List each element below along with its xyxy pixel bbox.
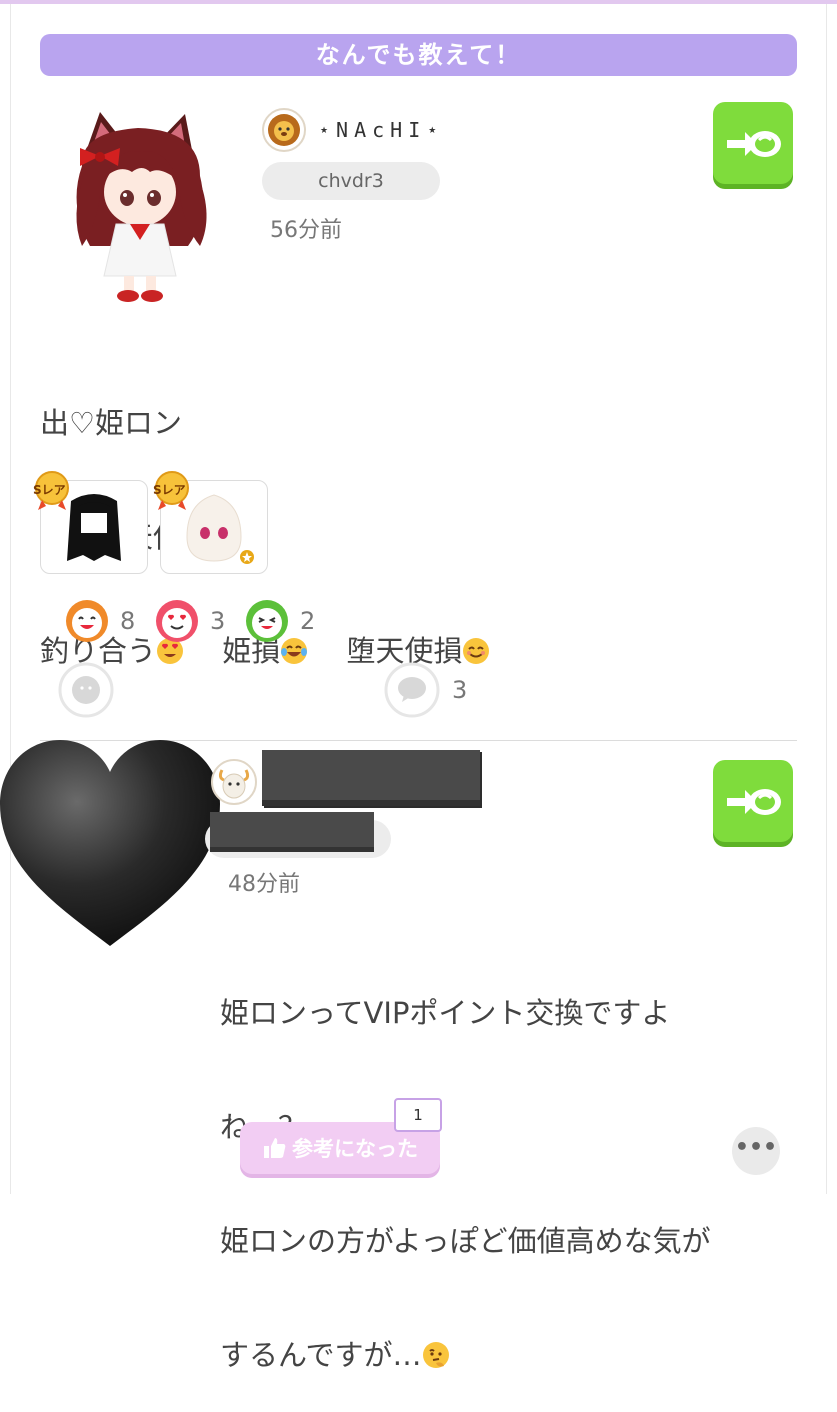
love-face-icon: [156, 600, 198, 642]
comment-count: 3: [452, 676, 468, 704]
post-line-1: 出♡姫ロン: [40, 406, 182, 440]
reaction-grin[interactable]: 2: [244, 598, 315, 644]
user-id-pill: chvdr3: [262, 162, 440, 200]
comment-line-3: 姫ロンの方がよっぽど価値高めな気が: [220, 1224, 711, 1258]
add-reaction-button[interactable]: [58, 662, 114, 718]
thinking-emoji-icon: [422, 1342, 449, 1368]
trade-button[interactable]: [713, 102, 793, 184]
reaction-count: 2: [300, 607, 316, 635]
comment-time: 48分前: [228, 872, 300, 897]
category-banner: なんでも教えて！: [40, 34, 797, 76]
reaction-count: 3: [210, 607, 226, 635]
goat-badge-icon: [211, 759, 257, 805]
grin-face-icon: [246, 600, 288, 642]
post-time: 56分前: [270, 218, 342, 243]
user-avatar[interactable]: [60, 106, 230, 306]
smile-emoji-icon: [463, 638, 490, 664]
reaction-laugh[interactable]: 8: [64, 598, 135, 644]
trade-arrow-icon: [727, 789, 781, 815]
reaction-count: 8: [120, 607, 136, 635]
more-options-button[interactable]: •••: [732, 1127, 780, 1175]
helpful-count-badge: 1: [394, 1098, 442, 1132]
username-row[interactable]: ⋆NAcHI⋆: [262, 108, 444, 152]
comment-button[interactable]: 3: [384, 662, 467, 718]
laugh-face-icon: [66, 600, 108, 642]
lion-badge-icon: [262, 108, 306, 152]
face-outline-icon: [58, 662, 114, 718]
black-heart-sticker: [0, 740, 220, 946]
helpful-label: 参考になった: [292, 1137, 418, 1161]
comment-line-4-text: するんですが…: [220, 1338, 422, 1372]
trade-button[interactable]: [713, 760, 793, 842]
comment-line-4: するんですが…: [220, 1336, 711, 1374]
reaction-love[interactable]: 3: [154, 598, 225, 644]
rarity-label-1: Sレア: [33, 483, 66, 497]
trade-arrow-icon: [727, 131, 781, 157]
redacted-username: [262, 750, 480, 806]
thumbs-up-icon: [264, 1138, 286, 1158]
redacted-user-id: [210, 812, 374, 852]
rarity-label-2: Sレア: [153, 483, 186, 497]
username: ⋆NAcHI⋆: [318, 118, 445, 142]
comment-line-1: 姫ロンってVIPポイント交換ですよ: [220, 996, 671, 1030]
speech-bubble-icon: [384, 662, 440, 718]
